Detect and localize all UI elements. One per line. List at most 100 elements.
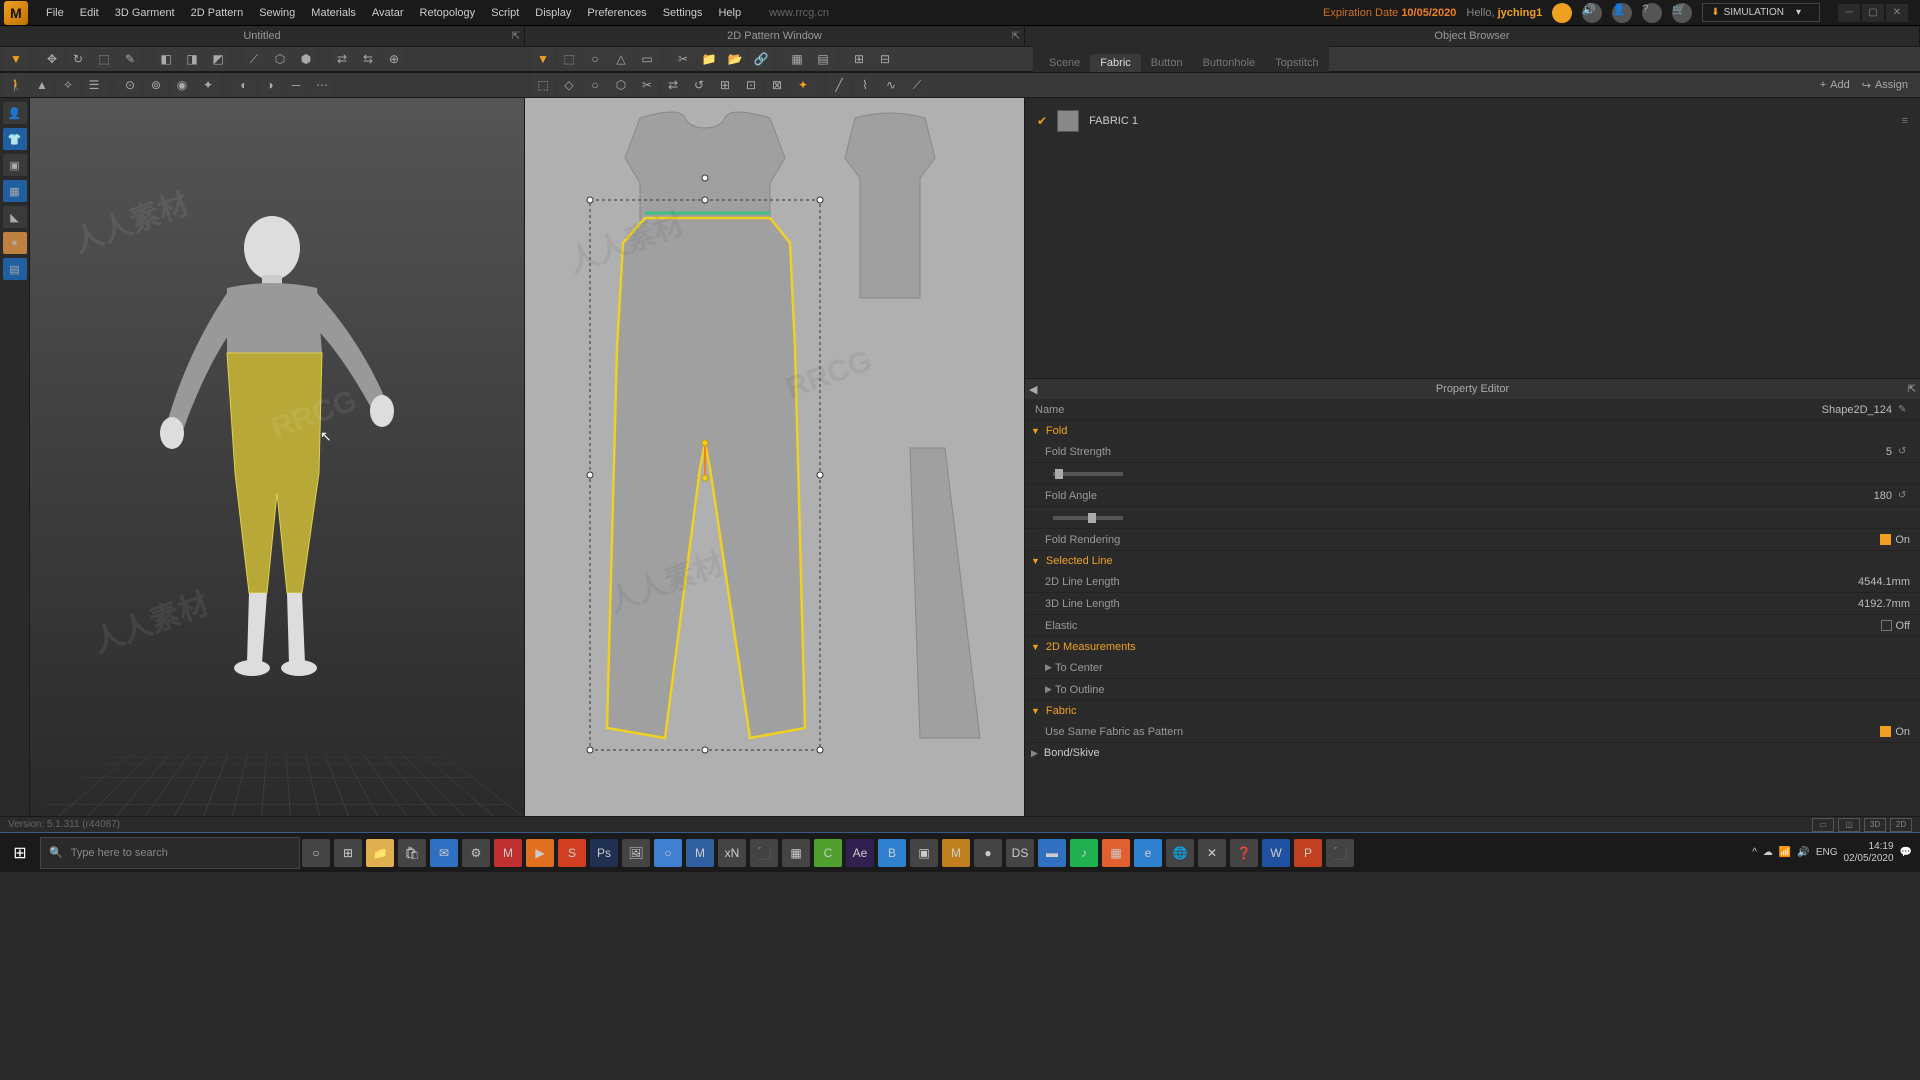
tool-icon[interactable]: ∿ <box>879 74 903 96</box>
edit-icon[interactable]: ✎ <box>1898 404 1910 416</box>
tab-button[interactable]: Button <box>1141 54 1193 72</box>
menu-help[interactable]: Help <box>710 3 749 23</box>
skin-icon[interactable]: ● <box>3 232 27 254</box>
move-tool-icon[interactable]: ✥ <box>40 48 64 70</box>
tool-icon[interactable]: ✦ <box>196 74 220 96</box>
reset-icon[interactable]: ↺ <box>1898 446 1910 458</box>
tool-icon[interactable]: ⬢ <box>294 48 318 70</box>
tool-icon[interactable]: ⊞ <box>713 74 737 96</box>
tool-icon[interactable]: ⟋ <box>242 48 266 70</box>
app-icon[interactable]: ⬛ <box>1326 839 1354 867</box>
photoshop-icon[interactable]: Ps <box>590 839 618 867</box>
menu-avatar[interactable]: Avatar <box>364 3 412 23</box>
menu-script[interactable]: Script <box>483 3 527 23</box>
pattern-tool-icon[interactable]: ⬚ <box>557 48 581 70</box>
notification-icon[interactable]: 💬 <box>1900 847 1912 858</box>
app-icon[interactable]: DS <box>1006 839 1034 867</box>
app-icon[interactable]: ▶ <box>526 839 554 867</box>
app-icon[interactable]: C <box>814 839 842 867</box>
edit-tool-icon[interactable]: ✎ <box>118 48 142 70</box>
tool-icon[interactable]: ✦ <box>791 74 815 96</box>
mail-icon[interactable]: ✉ <box>430 839 458 867</box>
tool-icon[interactable]: ⬡ <box>609 74 633 96</box>
3d-viewport[interactable]: ↖ 人人素材 RRCG 人人素材 <box>30 98 525 816</box>
add-button[interactable]: + Add <box>1820 79 1850 91</box>
fold-strength-value[interactable]: 5 <box>1886 446 1892 458</box>
pattern-tool-icon[interactable]: 🔗 <box>749 48 773 70</box>
store-icon[interactable]: 🛍 <box>398 839 426 867</box>
menu-file[interactable]: File <box>38 3 72 23</box>
tool-icon[interactable]: ⊡ <box>739 74 763 96</box>
cortana-icon[interactable]: ○ <box>302 839 330 867</box>
fabric-section[interactable]: ▼Fabric <box>1025 701 1920 721</box>
edge-icon[interactable]: e <box>1134 839 1162 867</box>
tool-icon[interactable]: ◧ <box>154 48 178 70</box>
tool-icon[interactable]: ⟋ <box>905 74 929 96</box>
reset-icon[interactable]: ↺ <box>1898 490 1910 502</box>
elastic-checkbox[interactable] <box>1881 620 1892 631</box>
collapse-icon[interactable]: ◀ <box>1029 383 1037 396</box>
tool-icon[interactable]: ✂ <box>635 74 659 96</box>
simulation-button[interactable]: ⬇SIMULATION▾ <box>1702 3 1820 22</box>
select-2d-tool-icon[interactable]: ▼ <box>531 48 555 70</box>
tool-icon[interactable]: ⊕ <box>382 48 406 70</box>
menu-edit[interactable]: Edit <box>72 3 107 23</box>
tab-scene[interactable]: Scene <box>1039 54 1090 72</box>
rotate-tool-icon[interactable]: ↻ <box>66 48 90 70</box>
scale-tool-icon[interactable]: ⬚ <box>92 48 116 70</box>
popout-icon[interactable]: ⇱ <box>1908 384 1916 395</box>
pattern-tool-icon[interactable]: △ <box>609 48 633 70</box>
tab-buttonhole[interactable]: Buttonhole <box>1193 54 1266 72</box>
menu-settings[interactable]: Settings <box>655 3 711 23</box>
chrome-icon[interactable]: 🌐 <box>1166 839 1194 867</box>
fold-strength-slider[interactable] <box>1053 472 1123 476</box>
app-icon[interactable]: ● <box>974 839 1002 867</box>
app-icon[interactable]: ⬛ <box>750 839 778 867</box>
measurements-section[interactable]: ▼2D Measurements <box>1025 637 1920 657</box>
snap-tool-icon[interactable]: ⊟ <box>873 48 897 70</box>
view-mode-icon[interactable]: ◫ <box>1838 818 1860 832</box>
spotify-icon[interactable]: ♪ <box>1070 839 1098 867</box>
app-icon[interactable]: ▦ <box>782 839 810 867</box>
preset-icon[interactable]: ◣ <box>3 206 27 228</box>
app-icon[interactable]: ○ <box>654 839 682 867</box>
tool-icon[interactable]: ⊠ <box>765 74 789 96</box>
tool-icon[interactable]: ✧ <box>56 74 80 96</box>
grid-tool-icon[interactable]: ▦ <box>785 48 809 70</box>
pattern-tool-icon[interactable]: ○ <box>583 48 607 70</box>
wifi-icon[interactable]: 📶 <box>1779 847 1791 858</box>
to-center-row[interactable]: ▶ To Center <box>1025 657 1920 679</box>
tool-icon[interactable]: ⊙ <box>118 74 142 96</box>
menu-preferences[interactable]: Preferences <box>579 3 654 23</box>
start-button[interactable]: ⊞ <box>0 833 40 873</box>
view-mode-icon[interactable]: ▭ <box>1812 818 1834 832</box>
popout-icon[interactable]: ⇱ <box>1012 31 1020 42</box>
menu-icon[interactable]: ≡ <box>1902 115 1908 127</box>
menu-sewing[interactable]: Sewing <box>251 3 303 23</box>
user-icon[interactable]: 👤 <box>1612 3 1632 23</box>
pattern-tool-icon[interactable]: 📂 <box>723 48 747 70</box>
fabric-item[interactable]: ✔ FABRIC 1 ≡ <box>1033 106 1912 136</box>
help-icon[interactable]: ? <box>1642 3 1662 23</box>
popout-icon[interactable]: ⇱ <box>512 31 520 42</box>
tool-icon[interactable]: ⇄ <box>330 48 354 70</box>
app-icon[interactable]: M <box>686 839 714 867</box>
view-mode-icon[interactable]: 2D <box>1890 818 1912 832</box>
tab-fabric[interactable]: Fabric <box>1090 54 1141 72</box>
task-view-icon[interactable]: ⊞ <box>334 839 362 867</box>
same-fabric-checkbox[interactable] <box>1880 726 1891 737</box>
avatar-tool-icon[interactable]: 🚶 <box>4 74 28 96</box>
menu-3d-garment[interactable]: 3D Garment <box>107 3 183 23</box>
menu-display[interactable]: Display <box>527 3 579 23</box>
garment-preset-icon[interactable]: 👕 <box>3 128 27 150</box>
app-icon[interactable]: ▬ <box>1038 839 1066 867</box>
powerpoint-icon[interactable]: P <box>1294 839 1322 867</box>
2d-pattern-viewport[interactable]: 人人素材 RRCG 人人素材 <box>525 98 1025 816</box>
app-icon[interactable]: ▦ <box>1102 839 1130 867</box>
app-icon[interactable]: ⚙ <box>462 839 490 867</box>
tool-icon[interactable]: ▲ <box>30 74 54 96</box>
app-icon[interactable]: xN <box>718 839 746 867</box>
assign-button[interactable]: ↪ Assign <box>1862 79 1908 92</box>
sound-icon[interactable]: 🔊 <box>1582 3 1602 23</box>
tool-icon[interactable]: ⋯ <box>310 74 334 96</box>
